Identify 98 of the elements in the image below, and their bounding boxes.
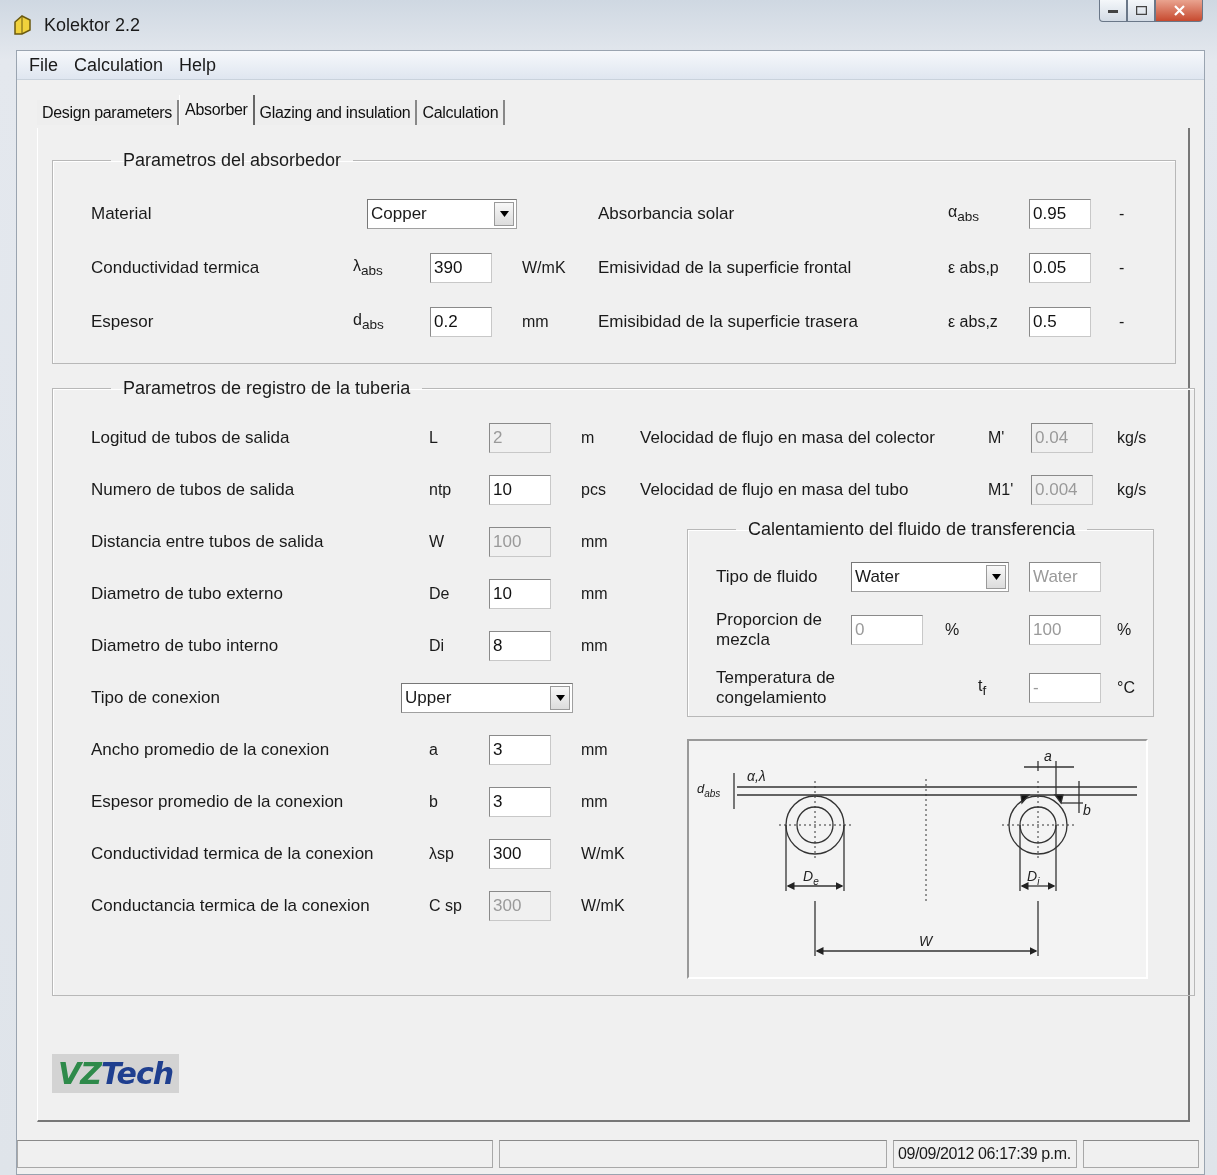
text-field[interactable]: 0.5 [1029,307,1091,337]
unit-label: mm [521,313,550,331]
dropdown[interactable]: Upper [401,683,573,713]
symbol-label: b [429,793,439,811]
field-label: Diametro de tubo interno [91,636,279,656]
unit-label: kg/s [1116,481,1148,499]
unit-label: m [580,429,596,447]
field-label: Conductancia termica de la conexion [91,896,370,916]
caret-icon [991,574,1001,580]
tab[interactable]: Absorber [179,95,255,125]
unit-label: - [1118,205,1126,223]
symbol-label: W [429,533,446,551]
text-field[interactable]: 0.05 [1029,253,1091,283]
diagram-label: D$_{e}$ [803,868,819,887]
symbol-label: M1' [988,481,1015,499]
text-field[interactable]: 10 [489,579,551,609]
group-title: Parametros del absorbedor [122,150,343,171]
unit-label: % [1116,621,1133,639]
unit-label: pcs [580,481,607,499]
menu-item[interactable]: File [21,54,66,76]
group-title: Parametros de registro de la tuberia [122,378,412,399]
unit-label: % [944,621,961,639]
menu-item[interactable]: Help [171,54,225,76]
field-label: Distancia entre tubos de salida [91,532,324,552]
symbol-label: λsp [429,845,455,863]
unit-label: W/mK [580,845,626,863]
group-title: Calentamiento del fluido de transferencia [747,519,1077,540]
field-label: Logitud de tubos de salida [91,428,290,448]
symbol-label: C sp [429,897,463,915]
field-label: Emisividad de la superficie frontal [598,258,852,278]
status-panel: 09/09/2012 06:17:39 p.m. [893,1140,1077,1168]
window-title: Kolektor 2.2 [44,14,141,36]
field-label: Tipo de conexion [91,688,220,708]
field-label: Tipo de fluido [716,567,818,587]
text-field[interactable]: 10 [489,475,551,505]
unit-label: - [1118,259,1126,277]
field-label: Proporcion de mezcla [716,610,823,650]
field-label: Conductividad termica [91,258,260,278]
field-label: Temperatura de congelamiento [716,668,837,708]
symbol-label: M' [988,429,1006,447]
symbol-label: De [429,585,451,603]
maximize-button[interactable] [1127,0,1155,22]
maximize-icon [1135,6,1147,15]
dropdown[interactable]: Water [851,562,1009,592]
symbol-label: L [429,429,439,447]
symbol-label: Di [429,637,446,655]
diagram-label: a [1044,748,1052,764]
field-label: Emisibidad de la superficie trasera [598,312,858,332]
text-field[interactable]: 390 [430,253,492,283]
text-field[interactable]: 300 [489,839,551,869]
unit-label: mm [580,637,609,655]
field-label: Material [91,204,152,224]
unit-label: °C [1116,679,1136,697]
unit-label: W/mK [521,259,567,277]
field-label: Velocidad de flujo en masa del tubo [640,480,909,500]
field-label: Conductividad termica de la conexion [91,844,374,864]
text-field[interactable]: 0.2 [430,307,492,337]
symbol-label: ntp [429,481,453,499]
unit-label: - [1118,313,1126,331]
text-field[interactable]: 3 [489,735,551,765]
field-label: Absorbancia solar [598,204,735,224]
field-label: Espesor [91,312,154,332]
field-label: Ancho promedio de la conexion [91,740,330,760]
field-label: Numero de tubos de salida [91,480,295,500]
unit-label: mm [580,741,609,759]
text-field[interactable]: 8 [489,631,551,661]
unit-label: kg/s [1116,429,1148,447]
field-label: Velocidad de flujo en masa del colector [640,428,935,448]
close-icon [1173,5,1185,16]
unit-label: W/mK [580,897,626,915]
text-field[interactable]: 0.95 [1029,199,1091,229]
minimize-icon [1108,8,1118,13]
dropdown[interactable]: Copper [367,199,517,229]
field-label: Diametro de tubo externo [91,584,283,604]
symbol-label: λ$_{abs}$ [353,257,384,279]
symbol-label: ε abs,z [948,313,999,331]
unit-label: mm [580,585,609,603]
symbol-label: ε abs,p [948,259,1000,277]
text-field[interactable]: 3 [489,787,551,817]
menu-item[interactable]: Calculation [66,54,172,76]
diagram-label: d$_{abs}$ [697,781,721,799]
symbol-label: a [429,741,439,759]
diagram-label: D$_{i}$ [1027,868,1040,887]
minimize-button[interactable] [1099,0,1127,22]
diagram-label: b [1083,802,1091,818]
close-button[interactable] [1155,0,1203,22]
caret-icon [555,695,565,701]
unit-label: mm [580,533,609,551]
field-label: Espesor promedio de la conexion [91,792,344,812]
app-icon [12,14,34,36]
caret-icon [499,211,509,217]
symbol-label: α$_{abs}$ [948,203,981,225]
diagram-label: α,λ [747,768,766,784]
logo: VZTech [52,1054,180,1093]
diagram-label: W [919,933,933,949]
symbol-label: d$_{abs}$ [353,311,385,333]
unit-label: mm [580,793,609,811]
symbol-label: t$_{f}$ [978,677,988,699]
